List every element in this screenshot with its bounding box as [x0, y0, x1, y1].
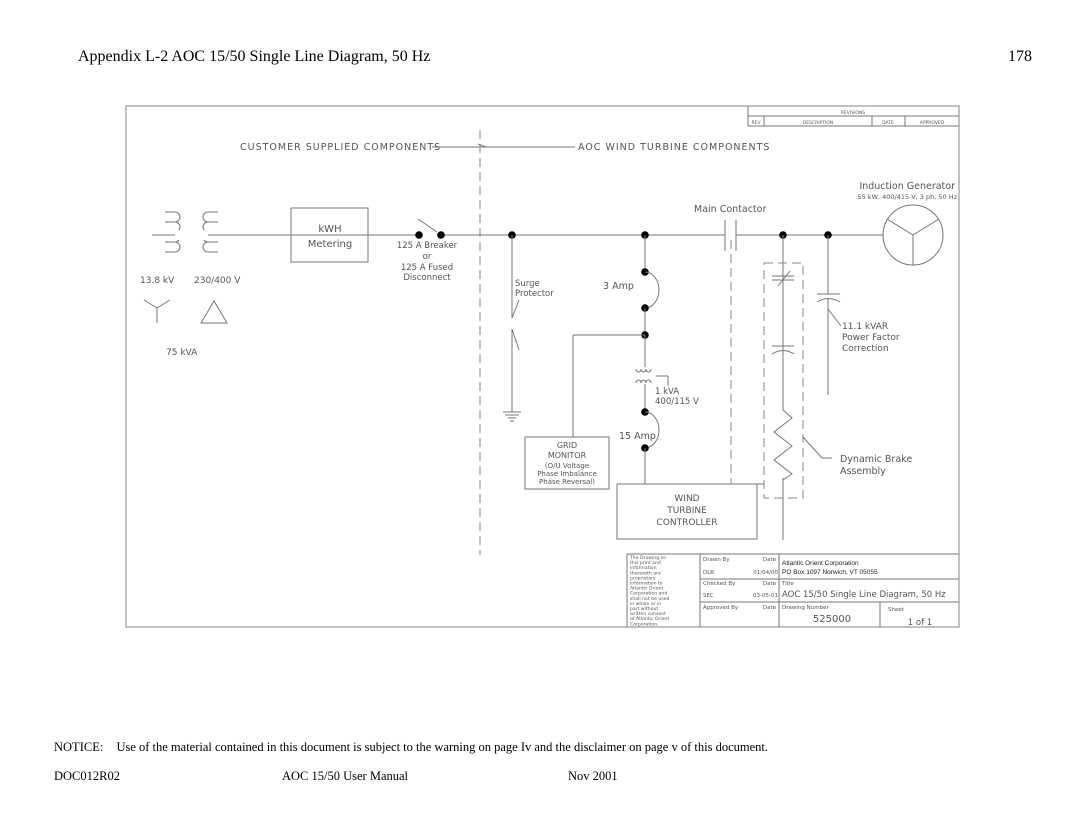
pf-correction-label-3: Correction: [842, 344, 889, 354]
revisions-title: REVISIONS: [841, 110, 865, 116]
proprietary-notice: The Drawing onthis print andinformationt…: [629, 555, 669, 627]
checked-date-label: Date: [763, 581, 777, 587]
proprietary-notice-line: proprietary: [630, 575, 656, 581]
sheet-label: Sheet: [888, 607, 905, 613]
approved-by-label: Approved By: [703, 605, 739, 611]
generator-label: Induction Generator: [859, 181, 955, 192]
approved-date-label: Date: [763, 605, 777, 611]
controller-label-2: TURBINE: [666, 506, 707, 516]
kwh-meter-label-2: Metering: [308, 239, 352, 250]
secondary-voltage-label: 230/400 V: [194, 276, 241, 286]
notice: NOTICE: Use of the material contained in…: [54, 740, 768, 755]
proprietary-notice-line: shall not be used: [630, 596, 669, 602]
control-transformer-label-2: 400/115 V: [655, 397, 699, 407]
proprietary-notice-line: Atlantic Orient: [630, 586, 663, 592]
utility-transformer: [150, 211, 290, 253]
kwh-meter-label-1: kWH: [318, 224, 341, 235]
transformer-rating-label: 75 kVA: [166, 348, 198, 358]
grid-monitor-label-1: GRID: [557, 441, 577, 450]
grid-monitor-label-2: MONITOR: [548, 451, 587, 460]
drawn-by-label: Drawn By: [703, 557, 730, 563]
revisions-col-rev: REV: [751, 120, 761, 126]
drawing-border: [125, 105, 960, 628]
dynamic-brake-label-2: Assembly: [840, 466, 886, 477]
fuse-3a-icon: [644, 271, 660, 309]
proprietary-notice-line: therewith are: [630, 570, 661, 576]
revisions-col-date: DATE: [882, 120, 894, 126]
surge-protector-label-1: Surge: [515, 279, 540, 289]
grid-monitor-label-4: Phase Imbalance: [537, 470, 597, 478]
proprietary-notice-line: written consent: [630, 611, 666, 617]
drawing-number-label: Drawing Number: [782, 605, 829, 611]
single-line-diagram: REVISIONS REV DESCRIPTION DATE APPROVED …: [125, 105, 960, 628]
drawing-number: 525000: [813, 614, 851, 625]
breaker-label-3: 125 A Fused: [401, 263, 453, 273]
drawing-title: AOC 15/50 Single Line Diagram, 50 Hz: [782, 590, 946, 600]
ground-icon: [503, 411, 521, 422]
footer-doc-id: DOC012R02: [54, 769, 120, 783]
main-contactor-label: Main Contactor: [694, 204, 766, 215]
fuse-15a-label: 15 Amp: [619, 431, 656, 442]
notice-label: NOTICE:: [54, 740, 104, 754]
company-address: PO Box 1097 Norwich, VT 05055: [782, 569, 878, 576]
drawn-by-value: DLB: [703, 570, 714, 576]
breaker-switch-icon: [417, 218, 438, 233]
pf-correction-label-1: 11.1 kVAR: [842, 322, 888, 332]
proprietary-notice-line: in whole or in: [630, 601, 661, 607]
proprietary-notice-line: information to: [630, 581, 663, 587]
section-customer-supplied: CUSTOMER SUPPLIED COMPONENTS: [240, 142, 441, 153]
fuse-15a-icon: [644, 411, 660, 449]
generator-rating-label: 55 kW, 400/415 V, 3 ph, 50 Hz: [857, 193, 957, 201]
checked-by-label: Checked By: [703, 581, 736, 587]
grid-monitor-label-3: (O/U Voltage: [545, 462, 589, 470]
pf-correction-label-2: Power Factor: [842, 333, 900, 343]
title-label: Title: [781, 581, 794, 587]
drawn-date-value: 01/04/00: [753, 570, 778, 576]
revisions-col-description: DESCRIPTION: [803, 120, 833, 126]
drawn-date-label: Date: [763, 557, 777, 563]
proprietary-notice-line: information: [630, 565, 657, 571]
footer-date: Nov 2001: [568, 769, 618, 783]
proprietary-notice-line: Corporation.: [630, 621, 659, 627]
grid-monitor-label-5: Phase Reversal): [539, 478, 595, 486]
dynamic-brake-label-1: Dynamic Brake: [840, 454, 912, 465]
wye-symbol-icon: [143, 299, 171, 323]
control-transformer-icon: [635, 368, 669, 386]
induction-generator-icon: [882, 204, 944, 266]
checked-by-value: SEC: [703, 593, 714, 599]
primary-voltage-label: 13.8 kV: [140, 276, 175, 286]
checked-date-value: 03-05-01: [753, 593, 778, 599]
proprietary-notice-line: of Atlantic Orient: [630, 616, 669, 622]
proprietary-notice-line: Corporation and: [630, 591, 667, 597]
breaker-label-1: 125 A Breaker: [397, 241, 458, 251]
delta-symbol-icon: [200, 300, 228, 324]
controller-label-1: WIND: [674, 494, 699, 504]
proprietary-notice-line: The Drawing on: [629, 555, 666, 561]
sheet-value: 1 of 1: [908, 618, 932, 628]
notice-text: Use of the material contained in this do…: [116, 740, 768, 754]
revisions-col-approved: APPROVED: [920, 120, 945, 126]
breaker-label-4: Disconnect: [403, 273, 451, 283]
fuse-3a-label: 3 Amp: [603, 281, 634, 292]
proprietary-notice-line: part without: [630, 606, 658, 612]
revisions-block: REVISIONS REV DESCRIPTION DATE APPROVED: [747, 106, 959, 127]
proprietary-notice-line: this print and: [630, 560, 661, 566]
control-transformer-label-1: 1 kVA: [655, 387, 679, 397]
footer-manual: AOC 15/50 User Manual: [282, 769, 409, 783]
section-aoc-wind-turbine: AOC WIND TURBINE COMPONENTS: [578, 142, 770, 153]
breaker-label-2: or: [423, 252, 432, 262]
surge-protector-label-2: Protector: [515, 289, 554, 299]
company-name: Atlantic Orient Corporation: [782, 560, 859, 567]
controller-label-3: CONTROLLER: [657, 518, 718, 528]
